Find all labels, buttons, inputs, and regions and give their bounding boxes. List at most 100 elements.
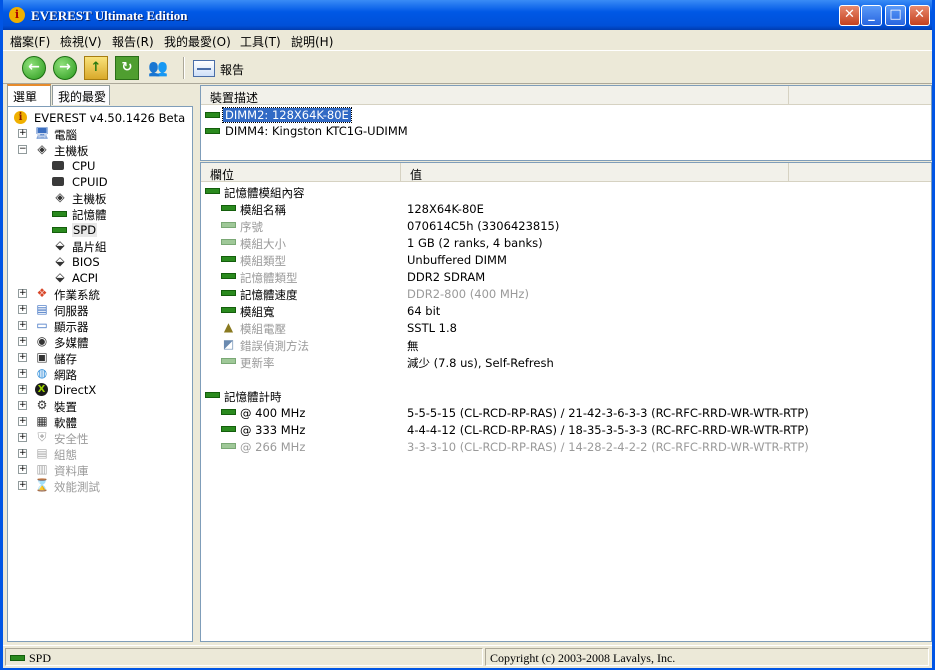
forward-arrow-icon[interactable]: →: [53, 56, 77, 80]
tree-item-label: BIOS: [72, 255, 100, 269]
menu-file[interactable]: 檔案(F): [10, 33, 50, 50]
menu-help[interactable]: 說明(H): [291, 33, 333, 50]
acpi-chip-icon: ⬙: [55, 270, 65, 284]
prop-row[interactable]: ◩ 錯誤偵測方法 無: [221, 337, 921, 353]
prop-row[interactable]: 記憶體類型 DDR2 SDRAM: [221, 269, 921, 285]
prop-value: 5-5-5-15 (CL-RCD-RP-RAS) / 21-42-3-6-3-3…: [407, 406, 809, 420]
memory-module-icon: [205, 128, 220, 134]
menu-favorites[interactable]: 我的最愛(O): [164, 33, 231, 50]
memory-module-icon: [10, 655, 25, 661]
title-bar[interactable]: i EVEREST Ultimate Edition ✕ _ □ ✕: [3, 0, 932, 30]
expand-icon[interactable]: +: [18, 337, 27, 346]
column-value[interactable]: 值: [401, 163, 789, 182]
device-item-label: DIMM4: Kingston KTC1G-UDIMM: [225, 124, 408, 138]
tab-menu[interactable]: 選單: [7, 84, 51, 106]
prop-row[interactable]: 序號 070614C5h (3306423815): [221, 218, 921, 234]
prop-value: SSTL 1.8: [407, 321, 457, 335]
report-button-label: 報告: [220, 63, 245, 77]
menu-tools[interactable]: 工具(T): [240, 33, 281, 50]
expand-icon[interactable]: +: [18, 433, 27, 442]
panel-splitter[interactable]: [193, 85, 199, 642]
prop-field: 序號: [240, 220, 263, 234]
expand-icon[interactable]: +: [18, 305, 27, 314]
tree-item-label: SPD: [72, 223, 98, 237]
expand-icon[interactable]: +: [18, 129, 27, 138]
prop-field: 模組名稱: [240, 203, 286, 217]
cpu-chip-icon: [52, 161, 64, 170]
tree-item-label: 安全性: [54, 432, 89, 446]
timing-row[interactable]: @ 266 MHz 3-3-3-10 (CL-RCD-RP-RAS) / 14-…: [221, 439, 921, 455]
window-title: EVEREST Ultimate Edition: [31, 8, 188, 23]
expand-icon[interactable]: +: [18, 321, 27, 330]
menu-report[interactable]: 報告(R): [112, 33, 154, 50]
globe-icon: ◍: [36, 366, 48, 380]
memory-module-icon: [221, 290, 236, 296]
status-right: Copyright (c) 2003-2008 Lavalys, Inc.: [485, 648, 929, 666]
devices-icon: ⚙: [36, 398, 48, 412]
minimize-button[interactable]: _: [861, 5, 882, 26]
column-field[interactable]: 欄位: [201, 163, 401, 182]
prop-value: DDR2 SDRAM: [407, 270, 486, 284]
expand-icon[interactable]: +: [18, 401, 27, 410]
up-folder-icon[interactable]: ↑: [84, 56, 108, 80]
navigation-tree[interactable]: i EVEREST v4.50.1426 Beta + 🖥 電腦 − ◈ 主機板…: [7, 106, 193, 642]
tree-item-label: 多媒體: [54, 336, 89, 350]
properties-list: 欄位 值 記憶體模組內容 模組名稱 128X64K-80E 序號 070614C…: [200, 162, 932, 642]
prop-row[interactable]: 模組名稱 128X64K-80E: [221, 201, 921, 217]
expand-icon[interactable]: +: [18, 385, 27, 394]
memory-module-icon: [221, 222, 236, 228]
expand-icon[interactable]: +: [18, 465, 27, 474]
memory-module-icon: [221, 256, 236, 262]
software-box-icon: ▦: [36, 414, 48, 428]
config-icon: ▤: [36, 446, 48, 460]
column-device-description[interactable]: 裝置描述: [201, 86, 789, 105]
refresh-icon[interactable]: ↻: [115, 56, 139, 80]
status-left-text: SPD: [29, 651, 52, 665]
memory-module-icon: [205, 112, 220, 118]
computer-icon: 🖥: [34, 126, 50, 140]
prop-field: 模組大小: [240, 237, 286, 251]
back-arrow-icon[interactable]: ←: [22, 56, 46, 80]
prop-row[interactable]: 更新率 減少 (7.8 us), Self-Refresh: [221, 354, 921, 370]
prop-row[interactable]: 模組大小 1 GB (2 ranks, 4 banks): [221, 235, 921, 251]
prop-row[interactable]: 模組寬 64 bit: [221, 303, 921, 319]
tab-favorites[interactable]: 我的最愛: [52, 85, 110, 105]
expand-icon[interactable]: +: [18, 417, 27, 426]
expand-icon[interactable]: +: [18, 289, 27, 298]
directx-icon: X: [35, 383, 48, 396]
hourglass-icon: ⌛: [34, 478, 50, 492]
memory-module-icon: [221, 307, 236, 313]
prop-value: 4-4-4-12 (CL-RCD-RP-RAS) / 18-35-3-5-3-3…: [407, 423, 809, 437]
timing-row[interactable]: @ 400 MHz 5-5-5-15 (CL-RCD-RP-RAS) / 21-…: [221, 405, 921, 421]
collapse-icon[interactable]: −: [18, 145, 27, 154]
close-button[interactable]: ✕: [909, 5, 930, 26]
maximize-button[interactable]: □: [885, 5, 906, 26]
properties-header: 欄位 值: [201, 163, 931, 182]
prop-row[interactable]: ▲ 模組電壓 SSTL 1.8: [221, 320, 921, 336]
prop-row[interactable]: 記憶體速度 DDR2-800 (400 MHz): [221, 286, 921, 302]
device-list: 裝置描述 DIMM2: 128X64K-80E DIMM4: Kingston …: [200, 85, 932, 161]
prop-row[interactable]: 模組類型 Unbuffered DIMM: [221, 252, 921, 268]
memory-module-icon: [221, 358, 236, 364]
memory-module-icon: [221, 409, 236, 415]
prop-value: 070614C5h (3306423815): [407, 219, 560, 233]
expand-icon[interactable]: +: [18, 353, 27, 362]
extra-close-icon[interactable]: ✕: [839, 5, 860, 26]
expand-icon[interactable]: +: [18, 481, 27, 490]
tree-item-label: 主機板: [72, 192, 107, 206]
timing-row[interactable]: @ 333 MHz 4-4-4-12 (CL-RCD-RP-RAS) / 18-…: [221, 422, 921, 438]
expand-icon[interactable]: +: [18, 369, 27, 378]
tree-item-label: 組態: [54, 448, 77, 462]
prop-value: 3-3-3-10 (CL-RCD-RP-RAS) / 14-28-2-4-2-2…: [407, 440, 809, 454]
prop-field: 記憶體類型: [240, 271, 298, 285]
menu-view[interactable]: 檢視(V): [60, 33, 102, 50]
expand-icon[interactable]: +: [18, 449, 27, 458]
memory-module-icon: [221, 443, 236, 449]
tree-item-label: 網路: [54, 368, 77, 382]
users-icon[interactable]: 👥: [146, 56, 170, 80]
storage-drive-icon: ▣: [36, 350, 48, 364]
motherboard-icon: ◈: [37, 142, 47, 156]
menu-bar: 檔案(F) 檢視(V) 報告(R) 我的最愛(O) 工具(T) 說明(H): [3, 30, 932, 50]
info-icon: i: [14, 111, 27, 124]
prop-field: 記憶體速度: [240, 288, 298, 302]
